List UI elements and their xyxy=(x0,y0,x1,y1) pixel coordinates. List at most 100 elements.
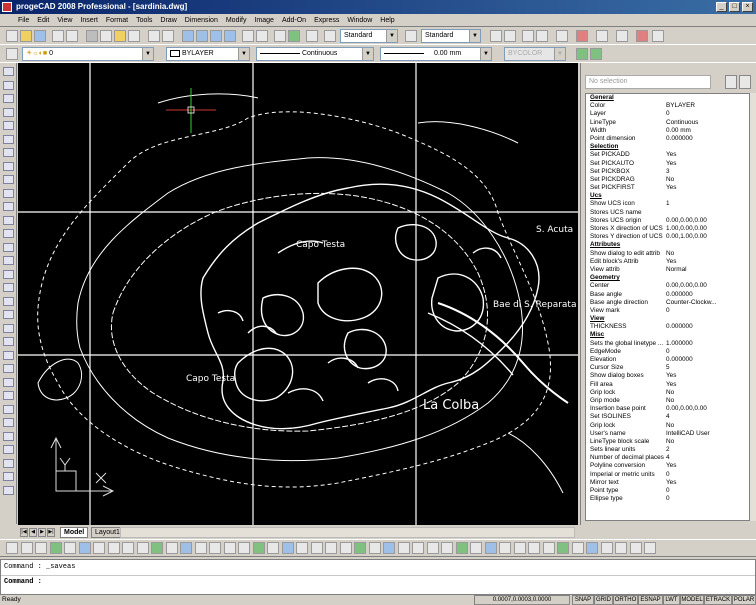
property-value[interactable]: Yes xyxy=(666,479,749,487)
layer-freeze-icon[interactable] xyxy=(238,542,250,554)
spell-check-icon[interactable] xyxy=(354,542,366,554)
property-value[interactable]: 3 xyxy=(666,168,749,176)
property-value[interactable]: 5 xyxy=(666,364,749,372)
dim-aligned-icon[interactable] xyxy=(513,542,526,554)
zoom-realtime-icon[interactable] xyxy=(196,30,208,42)
property-value[interactable]: 0 xyxy=(666,487,749,495)
point-icon[interactable] xyxy=(3,229,14,238)
menu-insert[interactable]: Insert xyxy=(76,14,102,26)
property-row[interactable]: Stores UCS origin 0.00,0.00,0.00 xyxy=(586,217,749,225)
parallel-snap-icon[interactable] xyxy=(180,542,192,554)
midpoint-snap-icon[interactable] xyxy=(35,542,47,554)
print-icon[interactable] xyxy=(52,30,64,42)
property-value[interactable]: Yes xyxy=(666,160,749,168)
property-row[interactable]: Set PICKDRAG No xyxy=(586,176,749,184)
block-edit-icon[interactable] xyxy=(310,542,323,554)
status-lwt[interactable]: LWT xyxy=(663,595,680,605)
layer-isolate-icon[interactable] xyxy=(267,542,279,554)
text-style-select[interactable]: Standard ▼ xyxy=(340,29,398,43)
property-row[interactable]: Set PICKADD Yes xyxy=(586,151,749,159)
offset-icon[interactable] xyxy=(3,337,14,346)
property-row[interactable]: View mark 0 xyxy=(586,307,749,315)
help-icon[interactable] xyxy=(306,30,318,42)
scale-icon[interactable] xyxy=(3,391,14,400)
stretch-icon[interactable] xyxy=(3,404,14,414)
property-row[interactable]: EdgeMode 0 xyxy=(586,348,749,356)
close-icon[interactable]: × xyxy=(742,2,753,12)
dim-linear-icon[interactable] xyxy=(499,542,511,554)
property-value[interactable]: 1 xyxy=(666,200,749,208)
property-row[interactable]: Base angle direction Counter-Clockw... xyxy=(586,299,749,307)
shade-icon[interactable] xyxy=(441,542,453,554)
explode-icon[interactable] xyxy=(3,485,14,495)
center-snap-icon[interactable] xyxy=(49,542,62,554)
property-value[interactable]: 4 xyxy=(666,454,749,462)
spline-icon[interactable] xyxy=(3,148,14,157)
property-value[interactable]: 4 xyxy=(666,413,749,421)
dist-icon[interactable] xyxy=(368,542,381,554)
pdf-icon[interactable] xyxy=(652,30,664,42)
menu-view[interactable]: View xyxy=(53,14,76,26)
arc-icon[interactable] xyxy=(3,121,14,130)
polyline-icon[interactable] xyxy=(3,94,14,103)
line-icon[interactable] xyxy=(3,67,14,76)
tangent-snap-icon[interactable] xyxy=(136,542,149,554)
property-category[interactable]: General xyxy=(586,94,749,102)
property-value[interactable]: 0 xyxy=(666,495,749,503)
property-value[interactable]: No xyxy=(666,250,749,258)
block-editor-icon[interactable] xyxy=(616,30,628,42)
menu-draw[interactable]: Draw xyxy=(156,14,180,26)
layer-properties-icon[interactable] xyxy=(209,542,221,554)
menu-dimension[interactable]: Dimension xyxy=(181,14,222,26)
intersection-snap-icon[interactable] xyxy=(93,542,105,554)
property-value[interactable]: BYLAYER xyxy=(666,102,749,110)
leader-icon[interactable] xyxy=(615,542,627,554)
properties-icon[interactable] xyxy=(274,30,286,42)
insert-block-icon[interactable] xyxy=(3,202,14,211)
mirror-icon[interactable] xyxy=(3,323,14,333)
property-row[interactable]: Number of decimal places 4 xyxy=(586,454,749,462)
property-value[interactable]: 1.000000 xyxy=(666,340,749,348)
design-center-icon[interactable] xyxy=(288,30,300,42)
layer-lock-icon[interactable] xyxy=(252,542,265,554)
property-row[interactable]: THICKNESS 0.000000 xyxy=(586,323,749,331)
property-value[interactable]: Continuous xyxy=(666,119,749,127)
property-row[interactable]: Stores UCS name xyxy=(586,209,749,217)
nearest-snap-icon[interactable] xyxy=(151,542,163,554)
property-value[interactable]: Yes xyxy=(666,184,749,192)
copy-icon[interactable] xyxy=(100,30,112,42)
property-value[interactable]: No xyxy=(666,389,749,397)
tolerance-icon[interactable] xyxy=(629,542,642,554)
property-category[interactable]: Ucs xyxy=(586,192,749,200)
property-row[interactable]: Ellipse type 0 xyxy=(586,495,749,503)
status-ortho[interactable]: ORTHO xyxy=(613,595,638,605)
move-icon[interactable] xyxy=(3,364,14,373)
menu-file[interactable]: File xyxy=(14,14,33,26)
property-value[interactable]: 0 xyxy=(666,348,749,356)
block-attribute-icon[interactable] xyxy=(296,542,308,554)
property-row[interactable]: View attrib Normal xyxy=(586,266,749,274)
zoom-previous-icon[interactable] xyxy=(224,30,236,42)
menu-modify[interactable]: Modify xyxy=(222,14,251,26)
divider-icon[interactable] xyxy=(3,283,14,292)
table-icon[interactable] xyxy=(636,30,648,42)
plotstyle-select[interactable]: BYCOLOR ▼ xyxy=(504,47,566,61)
redo-icon[interactable] xyxy=(162,30,174,42)
property-value[interactable]: Yes xyxy=(666,372,749,380)
property-value[interactable]: 0.000000 xyxy=(666,356,749,364)
image-tool-icon[interactable] xyxy=(522,30,534,42)
property-row[interactable]: Base angle 0.000000 xyxy=(586,291,749,299)
break-icon[interactable] xyxy=(3,445,14,454)
block-tool-icon[interactable] xyxy=(504,30,516,42)
rotate-icon[interactable] xyxy=(3,377,14,387)
drawing-area[interactable]: Capo Testa La Colba Bae di S. Reparata S… xyxy=(18,63,578,525)
array-icon[interactable] xyxy=(3,350,14,360)
quadrant-snap-icon[interactable] xyxy=(78,542,91,554)
property-value[interactable]: IntelliCAD User xyxy=(666,430,749,438)
xref-tool-icon[interactable] xyxy=(536,30,548,42)
status-model[interactable]: MODEL xyxy=(680,595,704,605)
property-value[interactable]: No xyxy=(666,397,749,405)
print-preview-icon[interactable] xyxy=(66,30,78,42)
menu-window[interactable]: Window xyxy=(343,14,376,26)
cut-icon[interactable] xyxy=(86,30,98,42)
